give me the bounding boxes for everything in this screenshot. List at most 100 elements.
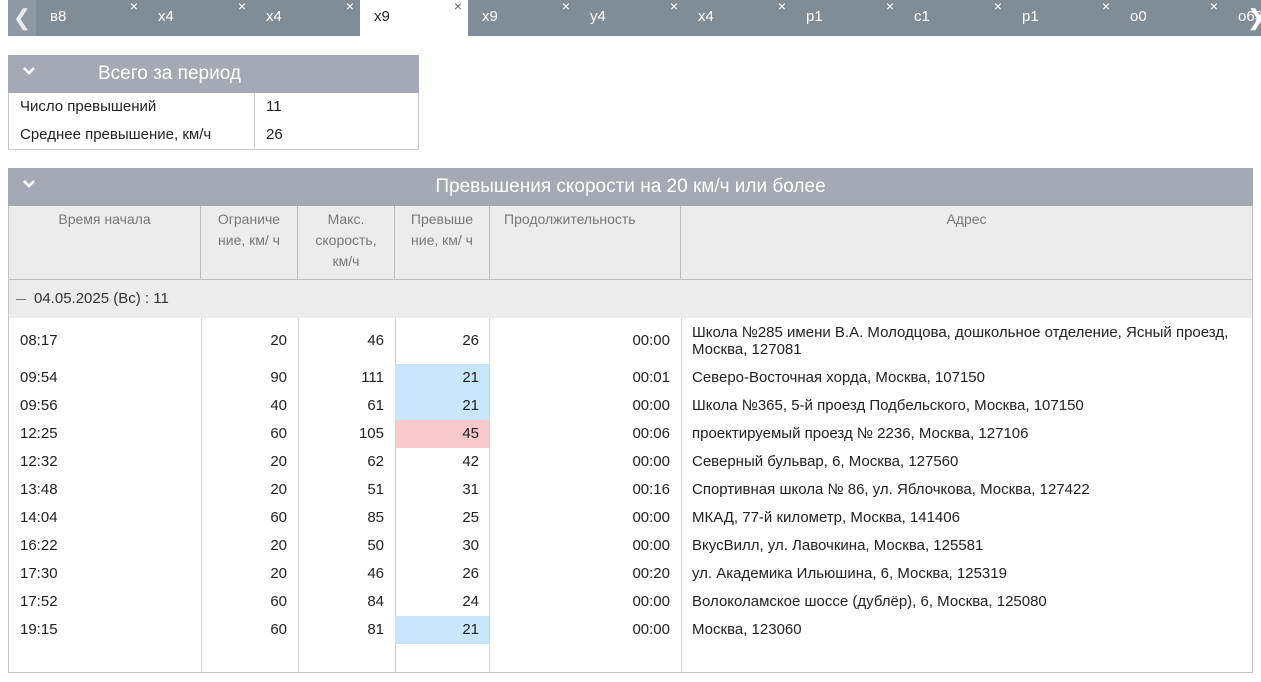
column-header-address[interactable]: Адрес (681, 206, 1252, 279)
cell-max-speed: 46 (367, 565, 384, 582)
group-row-date[interactable]: 04.05.2025 (Вс) : 11 (9, 280, 1252, 318)
tab-vehicle[interactable]: в8 × (36, 0, 144, 36)
cell-address: Северный бульвар, 6, Москва, 127560 (692, 453, 959, 470)
table-row[interactable]: 19:15 60 81 21 00:00 Москва, 123060 (9, 616, 1252, 644)
cell-speed-limit: 20 (270, 565, 287, 582)
tab-close-icon[interactable]: × (1210, 0, 1218, 15)
collapse-group-icon[interactable] (16, 298, 26, 300)
cell-excess: 31 (462, 481, 479, 498)
cell-start-time: 13:48 (20, 481, 58, 498)
tabs-scroll-right-icon[interactable]: ❯ (1247, 0, 1261, 36)
collapse-chevron-icon[interactable] (22, 64, 36, 78)
column-header-limit[interactable]: Ограниче ние, км/ ч (201, 206, 298, 279)
cell-duration: 00:00 (632, 621, 670, 638)
tab-close-icon[interactable]: × (778, 0, 786, 15)
tab-vehicle[interactable]: х4 × (252, 0, 360, 36)
cell-speed-limit: 60 (270, 593, 287, 610)
cell-speed-limit: 20 (270, 537, 287, 554)
cell-speed-limit: 40 (270, 397, 287, 414)
cell-speed-limit: 20 (270, 481, 287, 498)
report-panel-header[interactable]: Превышения скорости на 20 км/ч или более (8, 168, 1253, 206)
tab-close-icon[interactable]: × (886, 0, 894, 15)
cell-duration: 00:16 (632, 481, 670, 498)
tab-vehicle[interactable]: у4 × (576, 0, 684, 36)
cell-max-speed: 111 (361, 369, 384, 386)
cell-address: Москва, 123060 (692, 621, 802, 638)
table-row[interactable]: 08:17 20 46 26 00:00 Школа №285 имени В.А. Мо… (9, 318, 1252, 364)
tab-label: у4 (590, 8, 606, 25)
group-label: 04.05.2025 (Вс) : 11 (34, 290, 169, 307)
cell-start-time: 12:32 (20, 453, 58, 470)
summary-value: 26 (266, 126, 283, 143)
cell-address: ВкусВилл, ул. Лавочкина, Москва, 125581 (692, 537, 984, 554)
tab-label: р1 (806, 8, 823, 25)
cell-address: МКАД, 77-й километр, Москва, 141406 (692, 509, 960, 526)
tab-label: в8 (50, 8, 67, 25)
cell-duration: 00:00 (632, 332, 670, 349)
table-row[interactable]: 09:56 40 61 21 00:00 Школа №365, 5-й проезд П… (9, 392, 1252, 420)
tab-close-icon[interactable]: × (130, 0, 138, 15)
tab-vehicle[interactable]: х4 × (684, 0, 792, 36)
cell-speed-limit: 90 (270, 369, 287, 386)
tab-close-icon[interactable]: × (346, 0, 354, 15)
column-header-time[interactable]: Время начала (9, 206, 201, 279)
cell-excess: 21 (395, 364, 489, 392)
summary-value: 11 (266, 98, 282, 115)
column-header-duration[interactable]: Продолжительность (490, 206, 681, 279)
table-row[interactable]: 12:32 20 62 42 00:00 Северный бульвар, 6, Мос… (9, 448, 1252, 476)
summary-row-count: Число превышений 11 (9, 93, 418, 121)
tab-close-icon[interactable]: × (994, 0, 1002, 15)
tab-close-icon[interactable]: × (670, 0, 678, 15)
table-row[interactable]: 17:30 20 46 26 00:20 ул. Академика Ильюшина, … (9, 560, 1252, 588)
cell-max-speed: 61 (367, 397, 384, 414)
tab-close-icon[interactable]: × (562, 0, 570, 15)
tab-vehicle[interactable]: х9 × (468, 0, 576, 36)
cell-start-time: 17:30 (20, 565, 58, 582)
cell-address: Школа №365, 5-й проезд Подбельского, Мос… (692, 397, 1084, 414)
tab-label: с1 (914, 8, 930, 25)
vehicle-tab-strip: ❮ в8×х4×х4×х9×х9×у4×х4×р1×с1×р1×о0×о638 … (8, 0, 1261, 36)
cell-duration: 00:00 (632, 453, 670, 470)
tab-label: х9 (374, 8, 390, 25)
tab-vehicle[interactable]: х9 × (360, 0, 468, 36)
tab-close-icon[interactable]: × (238, 0, 246, 15)
cell-excess: 24 (462, 593, 479, 610)
cell-speed-limit: 20 (270, 453, 287, 470)
cell-address: Северо-Восточная хорда, Москва, 107150 (692, 369, 985, 386)
tab-close-icon[interactable]: × (1102, 0, 1110, 15)
cell-duration: 00:06 (632, 425, 670, 442)
tab-close-icon[interactable]: × (454, 0, 462, 15)
cell-max-speed: 46 (367, 332, 384, 349)
tabs-scroll-left-icon[interactable]: ❮ (8, 0, 36, 36)
table-row[interactable]: 09:54 90 111 21 00:01 Северо-Восточная хорда,… (9, 364, 1252, 392)
table-row[interactable]: 16:22 20 50 30 00:00 ВкусВилл, ул. Лавочкина,… (9, 532, 1252, 560)
cell-excess: 26 (462, 565, 479, 582)
cell-duration: 00:00 (632, 397, 670, 414)
table-row[interactable]: 17:52 60 84 24 00:00 Волоколамское шоссе (дуб… (9, 588, 1252, 616)
cell-max-speed: 51 (367, 481, 384, 498)
tab-vehicle[interactable]: о0 × (1116, 0, 1224, 36)
cell-max-speed: 105 (358, 425, 384, 442)
cell-start-time: 09:56 (20, 397, 58, 414)
cell-address: проектируемый проезд № 2236, Москва, 127… (692, 425, 1029, 442)
cell-speed-limit: 20 (270, 332, 287, 349)
speeding-report-grid: Время начала Ограниче ние, км/ ч Макс. с… (8, 206, 1253, 673)
cell-start-time: 14:04 (20, 509, 58, 526)
table-row[interactable]: 13:48 20 51 31 00:16 Спортивная школа № 86, у… (9, 476, 1252, 504)
column-header-excess[interactable]: Превыше ние, км/ ч (395, 206, 490, 279)
cell-speed-limit: 60 (270, 509, 287, 526)
tab-label: х9 (482, 8, 498, 25)
table-row[interactable]: 14:04 60 85 25 00:00 МКАД, 77-й километр, Мос… (9, 504, 1252, 532)
tab-list: в8×х4×х4×х9×х9×у4×х4×р1×с1×р1×о0×о638 (36, 0, 1261, 36)
tab-vehicle[interactable]: с1 × (900, 0, 1008, 36)
cell-address: Спортивная школа № 86, ул. Яблочкова, Мо… (692, 481, 1090, 498)
summary-label: Число превышений (9, 93, 255, 121)
tab-vehicle[interactable]: р1 × (792, 0, 900, 36)
column-header-max-speed[interactable]: Макс. скорость, км/ч (298, 206, 395, 279)
summary-panel-header[interactable]: Всего за период (8, 55, 419, 93)
table-row[interactable]: 12:25 60 105 45 00:06 проектируемый проезд № … (9, 420, 1252, 448)
tab-vehicle[interactable]: р1 × (1008, 0, 1116, 36)
summary-label: Среднее превышение, км/ч (9, 121, 255, 149)
tab-vehicle[interactable]: х4 × (144, 0, 252, 36)
summary-table: Число превышений 11 Среднее превышение, … (8, 93, 419, 150)
